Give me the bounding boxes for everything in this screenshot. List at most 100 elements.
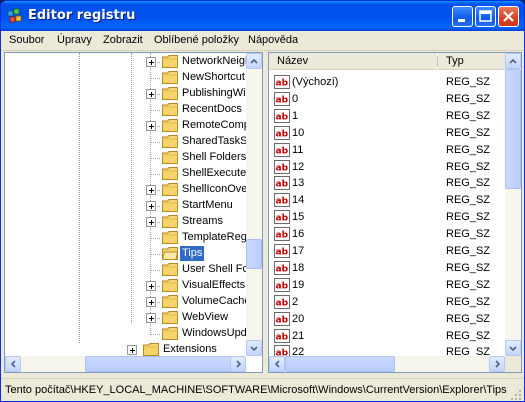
value-type: REG_SZ <box>446 161 491 173</box>
expand-icon[interactable] <box>127 345 137 355</box>
value-type: REG_SZ <box>446 228 491 240</box>
tree-item[interactable]: SharedTaskS <box>5 134 247 150</box>
expand-icon[interactable] <box>146 89 156 99</box>
value-row[interactable]: ab 0 REG_SZ <box>271 91 511 108</box>
list-scroll-thumb[interactable] <box>505 69 521 189</box>
status-bar: Tento počítač\HKEY_LOCAL_MACHINE\SOFTWAR… <box>1 378 524 401</box>
minimize-icon <box>458 19 465 22</box>
tree-item[interactable]: ShellExecute <box>5 166 246 182</box>
value-row[interactable]: ab 12 REG_SZ <box>271 159 511 176</box>
tree-scroll-up-button[interactable] <box>246 53 262 69</box>
list-scroll-up-button[interactable] <box>505 53 521 69</box>
folder-icon <box>162 199 178 212</box>
tree-item[interactable]: PublishingWiz <box>5 86 251 102</box>
tree-item[interactable]: TemplateReg <box>5 230 247 246</box>
tree-item[interactable]: Shell Folders <box>5 150 247 166</box>
value-row[interactable]: ab 11 REG_SZ <box>271 142 511 159</box>
value-name: 21 <box>292 330 305 342</box>
tree-item[interactable]: VolumeCache <box>5 294 251 310</box>
value-row[interactable]: ab 10 REG_SZ <box>271 125 511 142</box>
tree-vertical-scrollbar[interactable] <box>246 53 262 356</box>
maximize-icon <box>479 10 492 22</box>
value-type: REG_SZ <box>446 313 491 325</box>
arrow-right-icon <box>495 360 501 368</box>
value-row[interactable]: ab 14 REG_SZ <box>271 192 511 209</box>
tree-scroll-left-button[interactable] <box>5 356 21 372</box>
value-row[interactable]: ab 15 REG_SZ <box>271 209 511 226</box>
column-header-name[interactable]: Název <box>269 53 437 70</box>
list-scroll-down-button[interactable] <box>505 340 521 356</box>
value-name: 15 <box>292 211 305 223</box>
tree-item[interactable]: VisualEffects <box>5 278 245 294</box>
value-row[interactable]: ab 18 REG_SZ <box>271 260 511 277</box>
tree-horizontal-scrollbar[interactable] <box>5 356 246 372</box>
value-row[interactable]: ab 21 REG_SZ <box>271 328 511 345</box>
list-scroll-left-button[interactable] <box>269 356 285 372</box>
list-scroll-right-button[interactable] <box>489 356 505 372</box>
menu-upravy[interactable]: Úpravy <box>57 34 92 46</box>
expand-icon[interactable] <box>146 297 156 307</box>
arrow-up-icon <box>509 58 517 64</box>
tree-item[interactable]: RemoteComp <box>5 118 250 134</box>
value-row[interactable]: ab (Výchozí) REG_SZ <box>271 74 511 91</box>
minimize-button[interactable] <box>452 6 473 27</box>
tree-item[interactable]: WebView <box>5 310 245 326</box>
expand-icon[interactable] <box>146 217 156 227</box>
list-vertical-scrollbar[interactable] <box>505 53 521 356</box>
tree-item[interactable]: ShellIconOve <box>5 182 247 198</box>
registry-tree[interactable]: NetworkNeigh NewShortcut PublishingWiz Rece… <box>4 52 263 373</box>
tree-item[interactable]: Tips <box>5 246 245 262</box>
tree-item[interactable]: Streams <box>5 214 245 230</box>
value-row[interactable]: ab 20 REG_SZ <box>271 311 511 328</box>
folder-icon <box>162 55 178 68</box>
expand-icon[interactable] <box>146 201 156 211</box>
value-row[interactable]: ab 1 REG_SZ <box>271 108 511 125</box>
reg-string-icon: ab <box>274 75 290 89</box>
title-bar[interactable]: Editor registru <box>1 1 524 31</box>
value-row[interactable]: ab 13 REG_SZ <box>271 175 511 192</box>
tree-item-label: Shell Folders <box>182 151 247 163</box>
resize-grip-icon[interactable] <box>510 389 522 401</box>
tree-scroll-thumb[interactable] <box>246 239 262 269</box>
window-title: Editor registru <box>28 8 136 23</box>
folder-icon <box>143 343 159 356</box>
value-row[interactable]: ab 16 REG_SZ <box>271 226 511 243</box>
value-row[interactable]: ab 19 REG_SZ <box>271 277 511 294</box>
tree-item[interactable]: NewShortcut <box>5 70 245 86</box>
tree-item[interactable]: StartMenu <box>5 198 245 214</box>
expand-icon[interactable] <box>146 313 156 323</box>
tree-item-label: RemoteComp <box>182 119 250 131</box>
menu-soubor[interactable]: Soubor <box>9 34 44 46</box>
values-list[interactable]: Název Typ ab (Výchozí) REG_SZ ab 0 REG_SZ ab 1 R… <box>268 52 522 373</box>
list-horizontal-scrollbar[interactable] <box>269 356 505 372</box>
column-header-type[interactable]: Typ <box>438 53 505 70</box>
tree-item[interactable]: WindowsUpd <box>5 326 247 342</box>
value-name: 13 <box>292 177 305 189</box>
close-button[interactable] <box>498 6 519 27</box>
folder-icon <box>162 183 178 196</box>
reg-string-icon: ab <box>274 126 290 140</box>
tree-item-label: ShellIconOve <box>182 183 248 195</box>
tree-scroll-down-button[interactable] <box>246 340 262 356</box>
tree-item-label: WindowsUpd <box>182 327 247 339</box>
tree-item-label: Streams <box>182 215 223 227</box>
tree-item[interactable]: NetworkNeigh <box>5 54 251 70</box>
expand-icon[interactable] <box>146 57 156 67</box>
reg-string-icon-text: ab <box>276 333 289 343</box>
maximize-button[interactable] <box>475 6 496 27</box>
tree-hscroll-thumb[interactable] <box>85 356 245 372</box>
tree-item[interactable]: User Shell Fo <box>5 262 249 278</box>
expand-icon[interactable] <box>146 281 156 291</box>
tree-item[interactable]: RecentDocs <box>5 102 245 118</box>
value-row[interactable]: ab 2 REG_SZ <box>271 294 511 311</box>
value-row[interactable]: ab 17 REG_SZ <box>271 243 511 260</box>
menu-oblibene-polozky[interactable]: Oblíbené položky <box>154 34 239 46</box>
tree-scroll-right-button[interactable] <box>230 356 246 372</box>
reg-string-icon-text: ab <box>276 282 289 292</box>
expand-icon[interactable] <box>146 185 156 195</box>
menu-zobrazit[interactable]: Zobrazit <box>103 34 143 46</box>
menu-napoveda[interactable]: Nápověda <box>248 34 298 46</box>
expand-icon[interactable] <box>146 121 156 131</box>
reg-string-icon: ab <box>274 312 290 326</box>
list-hscroll-thumb[interactable] <box>285 356 395 372</box>
